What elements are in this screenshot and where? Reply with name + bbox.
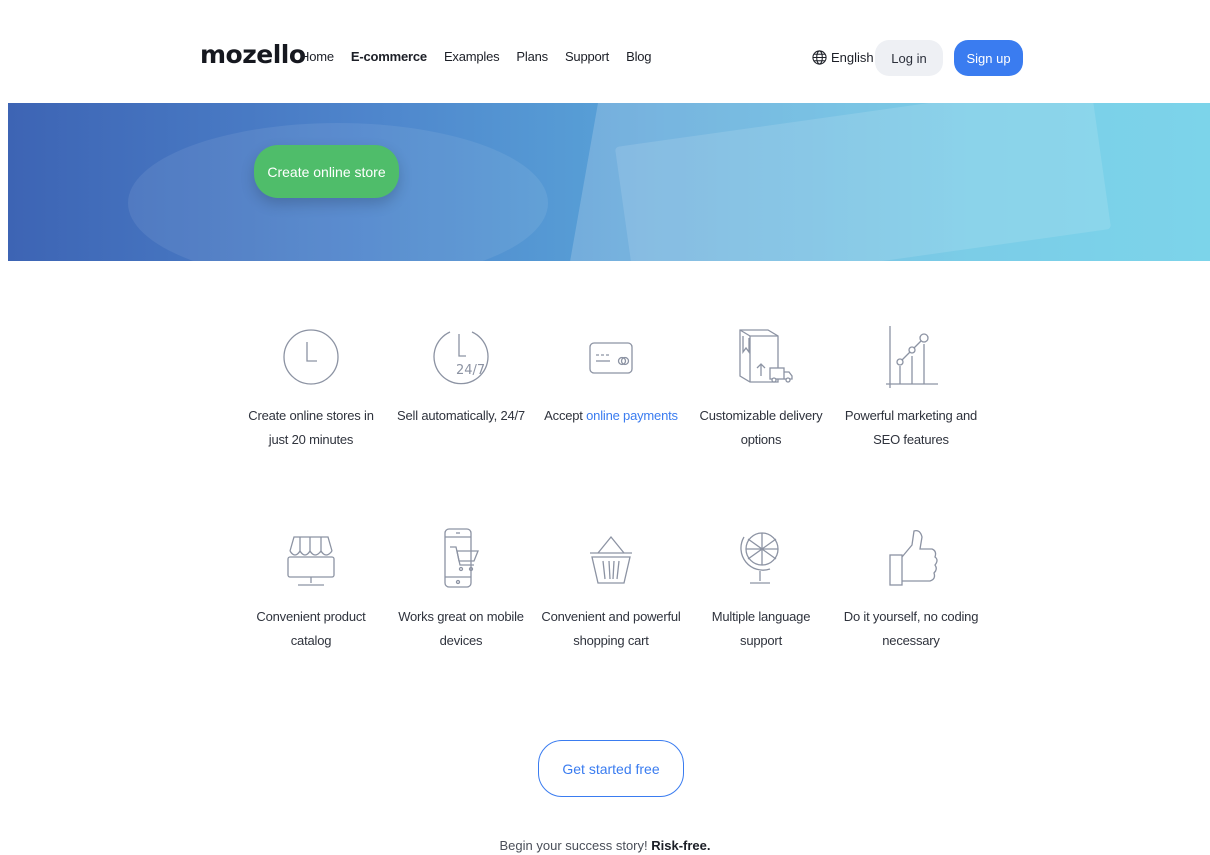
thumbs-up-icon <box>889 529 938 586</box>
nav-examples[interactable]: Examples <box>444 49 500 64</box>
delivery-box-icon <box>739 329 793 383</box>
feature-label: Convenient and powerful shopping cart <box>541 609 681 648</box>
globe-stand-icon <box>740 532 779 584</box>
growth-chart-icon <box>886 326 938 388</box>
nav-blog[interactable]: Blog <box>626 49 651 64</box>
feature-item: Convenient product catalog <box>241 523 381 653</box>
feature-item: Convenient and powerful shopping cart <box>541 523 681 653</box>
nav-ecommerce[interactable]: E-commerce <box>351 49 427 64</box>
main-nav: Home E-commerce Examples Plans Support B… <box>300 49 668 64</box>
language-selector[interactable]: English <box>812 50 874 65</box>
footer-note: Begin your success story! Risk-free. <box>499 838 711 853</box>
feature-label: Create online stores in just 20 minutes <box>248 408 374 447</box>
basket-icon <box>590 535 632 584</box>
clock-24-7-icon: 24/7 <box>433 331 489 385</box>
site-header: mozello Home E-commerce Examples Plans S… <box>0 0 1210 103</box>
feature-label: Convenient product catalog <box>256 609 366 648</box>
feature-item: Works great on mobile devices <box>391 523 531 653</box>
feature-item: Accept online payments <box>541 322 681 428</box>
signup-button[interactable]: Sign up <box>954 40 1023 76</box>
globe-icon <box>812 50 827 65</box>
nav-plans[interactable]: Plans <box>516 49 548 64</box>
nav-home[interactable]: Home <box>300 49 334 64</box>
feature-item: Powerful marketing and SEO features <box>841 322 981 452</box>
online-payments-link[interactable]: online payments <box>586 408 678 423</box>
feature-label: Powerful marketing and SEO features <box>844 408 978 447</box>
feature-label: Do it yourself, no coding necessary <box>843 609 979 648</box>
login-button[interactable]: Log in <box>875 40 943 76</box>
create-store-button[interactable]: Create online store <box>254 145 399 198</box>
feature-label: Works great on mobile devices <box>398 609 524 648</box>
feature-item: Create online stores in just 20 minutes <box>241 322 381 452</box>
storefront-icon <box>287 536 335 586</box>
mobile-cart-icon <box>444 528 479 588</box>
feature-item: Do it yourself, no coding necessary <box>841 523 981 653</box>
get-started-button[interactable]: Get started free <box>538 740 684 797</box>
svg-text:24/7: 24/7 <box>456 363 485 378</box>
credit-card-icon <box>589 342 633 374</box>
feature-item: Customizable delivery options <box>691 322 831 452</box>
feature-item: 24/7 Sell automatically, 24/7 <box>391 322 531 428</box>
language-label: English <box>831 50 874 65</box>
feature-label: Multiple language support <box>711 609 811 648</box>
feature-item: Multiple language support <box>691 523 831 653</box>
feature-label: Accept online payments <box>544 408 678 423</box>
hero-banner <box>8 103 1210 261</box>
nav-support[interactable]: Support <box>565 49 609 64</box>
feature-label: Customizable delivery options <box>699 408 823 447</box>
feature-label: Sell automatically, 24/7 <box>397 408 525 423</box>
clock-icon <box>283 329 339 385</box>
logo[interactable]: mozello <box>200 40 306 69</box>
